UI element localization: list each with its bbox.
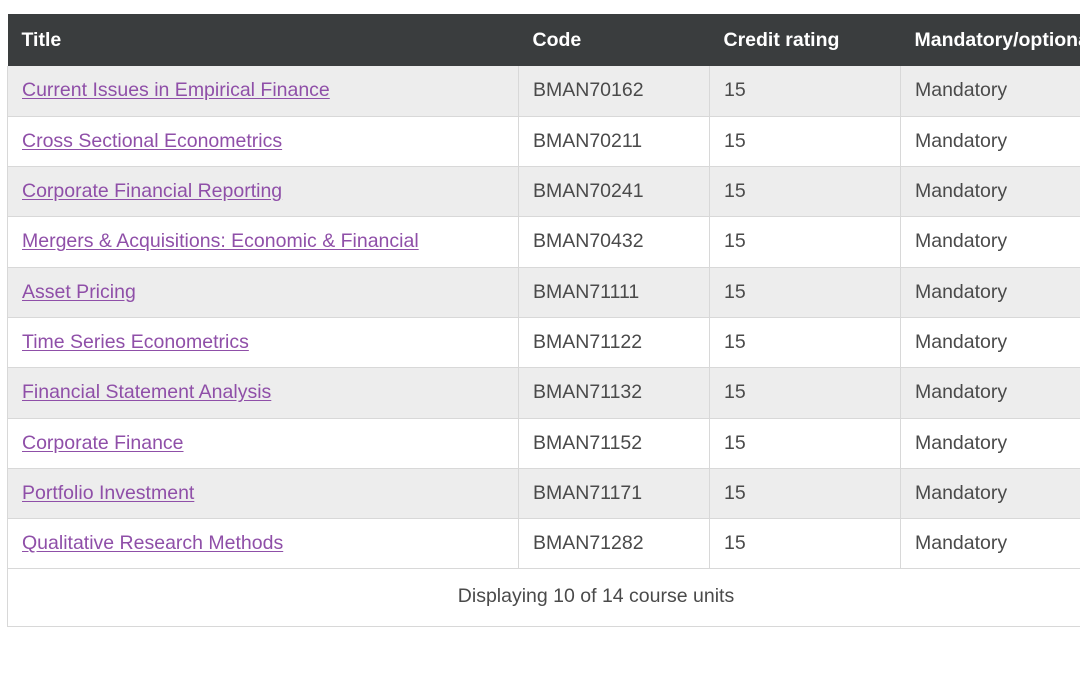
cell-mandatory-optional: Mandatory	[900, 216, 1080, 268]
course-title-link[interactable]: Cross Sectional Econometrics	[22, 130, 282, 152]
course-title-link[interactable]: Corporate Finance	[22, 432, 184, 454]
cell-code: BMAN71132	[518, 367, 710, 419]
cell-title: Corporate Financial Reporting	[7, 166, 519, 218]
cell-title: Current Issues in Empirical Finance	[7, 66, 519, 117]
cell-title: Qualitative Research Methods	[7, 518, 519, 570]
table-body: Current Issues in Empirical Finance BMAN7…	[7, 66, 1080, 570]
table-row: Financial Statement Analysis BMAN71132 15 M…	[7, 367, 1080, 419]
course-units-table-container: Title Code Credit rating Mandatory/optio…	[0, 0, 1080, 688]
column-header-title: Title	[7, 14, 519, 67]
cell-title: Corporate Finance	[7, 418, 519, 469]
table-footer-row: Displaying 10 of 14 course units	[7, 568, 1080, 627]
table-row: Asset Pricing BMAN71111 15 Mandatory	[7, 267, 1080, 318]
table-row: Corporate Financial Reporting BMAN70241 15…	[7, 166, 1080, 218]
table-header: Title Code Credit rating Mandatory/optio…	[7, 14, 1080, 67]
column-header-mandatory-optional: Mandatory/optional	[900, 14, 1080, 67]
table-row: Portfolio Investment BMAN71171 15 Mandatory	[7, 468, 1080, 520]
cell-code: BMAN71282	[518, 518, 710, 570]
table-row: Time Series Econometrics BMAN71122 15 Manda…	[7, 317, 1080, 369]
table-row: Qualitative Research Methods BMAN71282 15 M…	[7, 518, 1080, 570]
cell-credit-rating: 15	[709, 116, 901, 167]
course-title-link[interactable]: Portfolio Investment	[22, 482, 194, 504]
cell-code: BMAN71122	[518, 317, 710, 369]
course-title-link[interactable]: Current Issues in Empirical Finance	[22, 79, 330, 101]
cell-credit-rating: 15	[709, 367, 901, 419]
course-units-table: Title Code Credit rating Mandatory/optio…	[7, 14, 1080, 627]
table-footer: Displaying 10 of 14 course units	[7, 568, 1080, 627]
cell-mandatory-optional: Mandatory	[900, 468, 1080, 520]
cell-code: BMAN71152	[518, 418, 710, 469]
cell-title: Asset Pricing	[7, 267, 519, 318]
table-row: Cross Sectional Econometrics BMAN70211 15 M…	[7, 116, 1080, 167]
table-header-row: Title Code Credit rating Mandatory/optio…	[7, 14, 1080, 67]
cell-code: BMAN70432	[518, 216, 710, 268]
cell-mandatory-optional: Mandatory	[900, 367, 1080, 419]
cell-credit-rating: 15	[709, 518, 901, 570]
cell-title: Mergers & Acquisitions: Economic & Finan…	[7, 216, 519, 268]
cell-title: Portfolio Investment	[7, 468, 519, 520]
cell-credit-rating: 15	[709, 216, 901, 268]
cell-credit-rating: 15	[709, 418, 901, 469]
course-title-link[interactable]: Financial Statement Analysis	[22, 381, 271, 403]
cell-code: BMAN71171	[518, 468, 710, 520]
displaying-summary: Displaying 10 of 14 course units	[7, 568, 1080, 627]
cell-code: BMAN70241	[518, 166, 710, 218]
course-title-link[interactable]: Mergers & Acquisitions: Economic & Finan…	[22, 230, 419, 252]
course-title-link[interactable]: Corporate Financial Reporting	[22, 180, 282, 202]
cell-mandatory-optional: Mandatory	[900, 66, 1080, 117]
cell-credit-rating: 15	[709, 317, 901, 369]
column-header-credit-rating: Credit rating	[709, 14, 901, 67]
column-header-code: Code	[518, 14, 710, 67]
cell-title: Time Series Econometrics	[7, 317, 519, 369]
cell-code: BMAN71111	[518, 267, 710, 318]
cell-credit-rating: 15	[709, 66, 901, 117]
cell-credit-rating: 15	[709, 166, 901, 218]
cell-code: BMAN70162	[518, 66, 710, 117]
cell-mandatory-optional: Mandatory	[900, 166, 1080, 218]
course-title-link[interactable]: Asset Pricing	[22, 281, 136, 303]
cell-mandatory-optional: Mandatory	[900, 317, 1080, 369]
table-row: Current Issues in Empirical Finance BMAN7…	[7, 66, 1080, 117]
table-row: Mergers & Acquisitions: Economic & Finan…	[7, 216, 1080, 268]
course-title-link[interactable]: Time Series Econometrics	[22, 331, 249, 353]
cell-mandatory-optional: Mandatory	[900, 267, 1080, 318]
cell-code: BMAN70211	[518, 116, 710, 167]
cell-title: Financial Statement Analysis	[7, 367, 519, 419]
cell-mandatory-optional: Mandatory	[900, 518, 1080, 570]
course-title-link[interactable]: Qualitative Research Methods	[22, 532, 283, 554]
table-row: Corporate Finance BMAN71152 15 Mandatory	[7, 418, 1080, 469]
cell-credit-rating: 15	[709, 468, 901, 520]
cell-mandatory-optional: Mandatory	[900, 418, 1080, 469]
cell-title: Cross Sectional Econometrics	[7, 116, 519, 167]
cell-credit-rating: 15	[709, 267, 901, 318]
cell-mandatory-optional: Mandatory	[900, 116, 1080, 167]
